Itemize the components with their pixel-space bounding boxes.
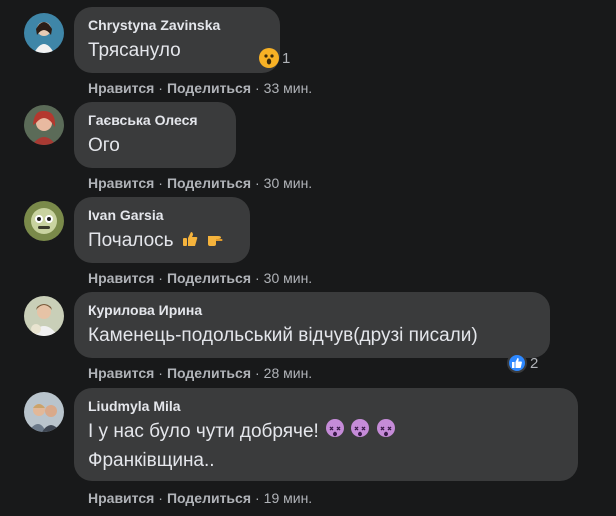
- comment-author[interactable]: Гаєвська Олеся: [88, 111, 222, 129]
- like-button[interactable]: Нравится: [88, 175, 154, 191]
- comment-timestamp[interactable]: 30 мин.: [264, 175, 313, 191]
- comment-actions: Нравится · Поделиться · 19 мин.: [88, 490, 313, 506]
- comment-bubble: Курилова Ирина Каменець-подольський відч…: [74, 292, 550, 358]
- comment-timestamp[interactable]: 28 мин.: [264, 365, 313, 381]
- comment-text: І у нас було чути добряче! Франківщина..: [88, 417, 564, 475]
- comment-author[interactable]: Курилова Ирина: [88, 301, 536, 319]
- comment-actions: Нравится · Поделиться · 30 мин.: [88, 175, 313, 191]
- comment-author[interactable]: Liudmyla Mila: [88, 397, 564, 415]
- comment-text: Трясануло: [88, 36, 266, 65]
- share-button[interactable]: Поделиться: [167, 175, 251, 191]
- comment-text-content: Почалось: [88, 230, 174, 251]
- reaction-count: 2: [530, 354, 539, 372]
- avatar[interactable]: [24, 296, 64, 336]
- share-button[interactable]: Поделиться: [167, 490, 251, 506]
- reaction-summary[interactable]: 2: [507, 352, 538, 374]
- comment-actions: Нравится · Поделиться · 33 мин.: [88, 80, 313, 96]
- pointing-hand-emoji-icon: [206, 228, 224, 246]
- wow-emoji-icon: [259, 48, 279, 68]
- comment-author[interactable]: Chrystyna Zavinska: [88, 16, 266, 34]
- avatar[interactable]: [24, 13, 64, 53]
- reaction-summary[interactable]: 1: [259, 47, 290, 69]
- avatar[interactable]: [24, 105, 64, 145]
- comment-text: Почалось: [88, 226, 236, 255]
- comment-timestamp[interactable]: 19 мин.: [264, 490, 313, 506]
- comment-bubble: Ivan Garsia Почалось: [74, 197, 250, 263]
- comment-text-line: Франківщина..: [88, 450, 215, 471]
- reaction-count: 1: [282, 49, 291, 67]
- comment-text: Каменець-подольський відчув(друзі писали…: [88, 321, 536, 350]
- avatar[interactable]: [24, 392, 64, 432]
- share-button[interactable]: Поделиться: [167, 365, 251, 381]
- avatar[interactable]: [24, 201, 64, 241]
- like-button[interactable]: Нравится: [88, 270, 154, 286]
- dizzy-face-emoji-icon: [326, 419, 345, 437]
- like-button[interactable]: Нравится: [88, 80, 154, 96]
- comment-author[interactable]: Ivan Garsia: [88, 206, 236, 224]
- like-icon: [507, 353, 527, 373]
- comment-text-line: Каменець-подольський відчув(друзі писали…: [88, 325, 478, 346]
- comment-text-line: Ого: [88, 135, 120, 156]
- comment-text-content: І у нас було чути добряче!: [88, 421, 319, 442]
- like-button[interactable]: Нравится: [88, 490, 154, 506]
- share-button[interactable]: Поделиться: [167, 270, 251, 286]
- comment-bubble: Chrystyna Zavinska Трясануло: [74, 7, 280, 73]
- comment-bubble: Liudmyla Mila І у нас було чути добряче!…: [74, 388, 578, 481]
- comment-text-line: Трясануло: [88, 40, 181, 61]
- comment-text: Ого: [88, 131, 222, 160]
- thumbs-up-emoji-icon: [181, 228, 199, 246]
- comment-timestamp[interactable]: 33 мин.: [264, 80, 313, 96]
- dizzy-face-emoji-icon: [376, 419, 395, 437]
- comment-text-line: Почалось: [88, 226, 236, 255]
- comment-actions: Нравится · Поделиться · 28 мин.: [88, 365, 313, 381]
- comment-timestamp[interactable]: 30 мин.: [264, 270, 313, 286]
- like-button[interactable]: Нравится: [88, 365, 154, 381]
- comment-actions: Нравится · Поделиться · 30 мин.: [88, 270, 313, 286]
- comment-bubble: Гаєвська Олеся Ого: [74, 102, 236, 168]
- share-button[interactable]: Поделиться: [167, 80, 251, 96]
- comment-text-line: І у нас було чути добряче!: [88, 417, 564, 446]
- dizzy-face-emoji-icon: [351, 419, 370, 437]
